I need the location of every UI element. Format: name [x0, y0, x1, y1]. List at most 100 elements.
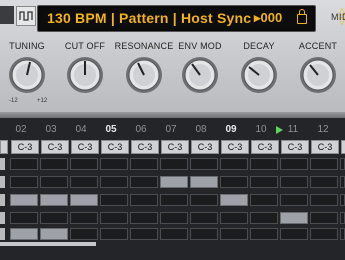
- step-cell[interactable]: [190, 194, 218, 206]
- step-cell[interactable]: [190, 228, 218, 240]
- step-cell[interactable]: [70, 212, 98, 224]
- note-cell[interactable]: C-3: [311, 140, 339, 154]
- step-cell[interactable]: [160, 228, 188, 240]
- step-number: 07: [165, 124, 177, 135]
- step-cell[interactable]: [160, 212, 188, 224]
- step-cell[interactable]: [340, 194, 345, 206]
- lock-icon[interactable]: [297, 9, 307, 24]
- knob-label-decay: DECAY: [243, 41, 275, 51]
- step-cell[interactable]: [190, 176, 218, 188]
- note-cell[interactable]: C-3: [41, 140, 69, 154]
- step-cell[interactable]: [100, 212, 128, 224]
- note-cell[interactable]: C-3: [221, 140, 249, 154]
- resonance-knob[interactable]: [124, 55, 164, 95]
- note-cell[interactable]: [341, 140, 345, 154]
- row-tab[interactable]: [0, 194, 5, 206]
- step-number: 12: [317, 124, 329, 135]
- step-cell[interactable]: [70, 228, 98, 240]
- note-cell[interactable]: C-3: [251, 140, 279, 154]
- step-cell[interactable]: [190, 158, 218, 170]
- step-number-highlighted: 09: [225, 124, 237, 135]
- step-number: 03: [45, 124, 57, 135]
- step-cell[interactable]: [280, 228, 308, 240]
- note-cell[interactable]: [0, 140, 8, 154]
- step-cell[interactable]: [10, 194, 38, 206]
- waveform-icon[interactable]: [16, 6, 36, 26]
- step-cell[interactable]: [220, 212, 248, 224]
- step-cell[interactable]: [40, 228, 68, 240]
- note-cell[interactable]: C-3: [191, 140, 219, 154]
- step-cell[interactable]: [130, 158, 158, 170]
- step-cell[interactable]: [340, 176, 345, 188]
- step-cell[interactable]: [340, 212, 345, 224]
- knob-label-tuning: TUNING: [9, 41, 45, 51]
- step-cell[interactable]: [310, 176, 338, 188]
- synth-window: 130 BPM | Pattern | Host Sync ▸000 △ ▽ M…: [0, 0, 345, 260]
- note-cell[interactable]: C-3: [131, 140, 159, 154]
- step-cell[interactable]: [70, 194, 98, 206]
- step-cell[interactable]: [70, 176, 98, 188]
- step-number: 08: [195, 124, 207, 135]
- step-number: 10: [255, 124, 267, 135]
- row-tab[interactable]: [0, 158, 5, 170]
- step-cell[interactable]: [220, 158, 248, 170]
- note-cell[interactable]: C-3: [11, 140, 39, 154]
- step-cell[interactable]: [310, 212, 338, 224]
- note-cell[interactable]: C-3: [281, 140, 309, 154]
- step-cell[interactable]: [70, 158, 98, 170]
- tuning-min-label: -12: [9, 98, 18, 104]
- step-cell[interactable]: [280, 212, 308, 224]
- step-cell[interactable]: [160, 194, 188, 206]
- step-cell[interactable]: [130, 228, 158, 240]
- row-tab[interactable]: [0, 228, 5, 240]
- step-cell[interactable]: [310, 228, 338, 240]
- step-cell[interactable]: [250, 212, 278, 224]
- step-cell[interactable]: [220, 176, 248, 188]
- step-cell[interactable]: [100, 194, 128, 206]
- step-cell[interactable]: [130, 212, 158, 224]
- step-cell[interactable]: [100, 176, 128, 188]
- cutoff-knob[interactable]: [65, 55, 105, 95]
- step-cell[interactable]: [250, 158, 278, 170]
- decay-knob[interactable]: [239, 55, 279, 95]
- step-cell[interactable]: [130, 194, 158, 206]
- row-tab[interactable]: [0, 212, 5, 224]
- step-cell[interactable]: [280, 194, 308, 206]
- step-cell[interactable]: [310, 158, 338, 170]
- step-cell[interactable]: [160, 158, 188, 170]
- step-cell[interactable]: [340, 158, 345, 170]
- step-cell[interactable]: [250, 228, 278, 240]
- menu-icon[interactable]: [0, 6, 14, 24]
- envmod-knob[interactable]: [180, 55, 220, 95]
- step-cell[interactable]: [40, 176, 68, 188]
- step-cell[interactable]: [130, 176, 158, 188]
- step-cell[interactable]: [280, 176, 308, 188]
- step-cell[interactable]: [220, 228, 248, 240]
- step-cell[interactable]: [340, 228, 345, 240]
- step-cell[interactable]: [10, 158, 38, 170]
- step-cell[interactable]: [40, 212, 68, 224]
- step-cell[interactable]: [220, 194, 248, 206]
- accent-knob[interactable]: [298, 55, 338, 95]
- step-cell[interactable]: [40, 158, 68, 170]
- step-cell[interactable]: [10, 212, 38, 224]
- step-cell[interactable]: [40, 194, 68, 206]
- note-cell[interactable]: C-3: [71, 140, 99, 154]
- side-label: MID: [331, 12, 345, 22]
- horizontal-scrollbar[interactable]: [0, 242, 96, 246]
- step-cell[interactable]: [190, 212, 218, 224]
- step-cell[interactable]: [160, 176, 188, 188]
- note-cell[interactable]: C-3: [101, 140, 129, 154]
- step-cell[interactable]: [250, 176, 278, 188]
- step-cell[interactable]: [310, 194, 338, 206]
- step-cell[interactable]: [100, 158, 128, 170]
- step-cell[interactable]: [10, 228, 38, 240]
- step-number-highlighted: 05: [105, 124, 117, 135]
- row-tab[interactable]: [0, 176, 5, 188]
- step-cell[interactable]: [280, 158, 308, 170]
- step-cell[interactable]: [250, 194, 278, 206]
- step-cell[interactable]: [100, 228, 128, 240]
- tuning-knob[interactable]: [7, 55, 47, 95]
- note-cell[interactable]: C-3: [161, 140, 189, 154]
- step-cell[interactable]: [10, 176, 38, 188]
